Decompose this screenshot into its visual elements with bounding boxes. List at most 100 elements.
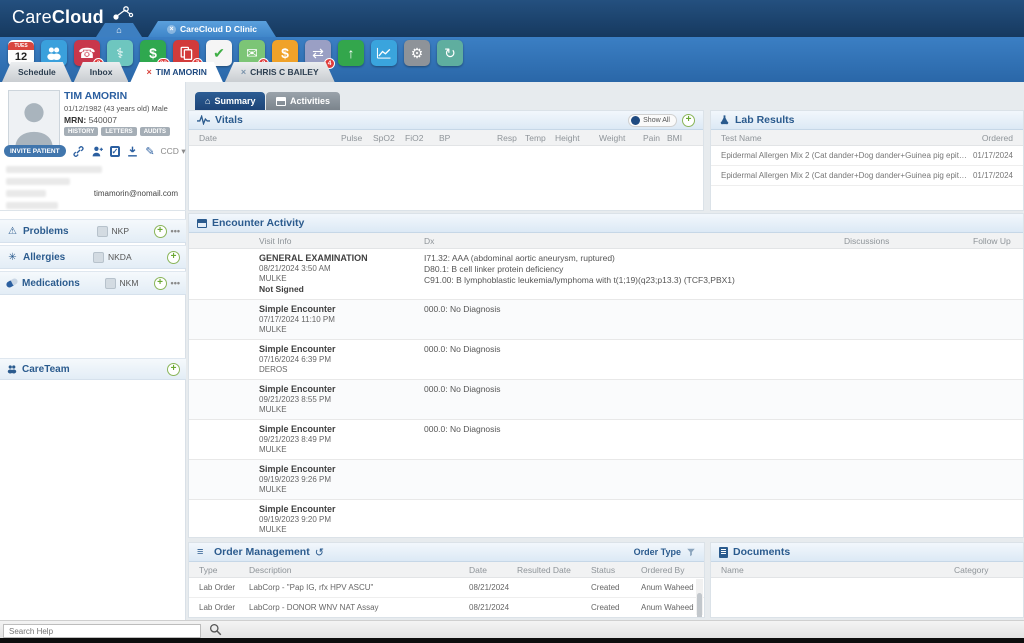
download-icon[interactable] [126, 145, 139, 158]
edit-pencil-icon[interactable]: ✎ [145, 145, 154, 158]
vitals-pulse-icon [197, 115, 210, 125]
patient-sidebar: TIM AMORIN 01/12/1982 (43 years old) Mal… [0, 82, 186, 620]
encounter-header: Encounter Activity [189, 214, 1023, 233]
refer-patient-icon[interactable] [91, 145, 104, 158]
encounter-row[interactable]: Simple Encounter 09/21/2023 8:49 PM MULK… [189, 420, 1023, 460]
tab-schedule-label: Schedule [18, 67, 56, 77]
reports-chart-icon[interactable] [371, 40, 397, 66]
tab-patient-chris-bailey[interactable]: × CHRIS C BAILEY [225, 62, 335, 82]
letters-badge[interactable]: LETTERS [101, 127, 136, 136]
medications-more-icon[interactable]: ••• [171, 278, 180, 288]
encounter-provider: MULKE [259, 485, 424, 495]
redacted-field [6, 190, 46, 197]
mrn-value: 540007 [89, 115, 117, 125]
search-help-input[interactable] [3, 624, 201, 638]
sidebar-item-careteam[interactable]: CareTeam + [0, 358, 186, 380]
tab-activities[interactable]: Activities [266, 92, 340, 110]
settings-gear-icon[interactable]: ⚙ [404, 40, 430, 66]
document-icon [719, 547, 728, 558]
tab-summary[interactable]: ⌂ Summary [195, 92, 265, 110]
order-date: 08/21/2024 [469, 603, 517, 612]
calendar-icon [197, 219, 207, 228]
encounter-datetime: 09/19/2023 9:26 PM [259, 475, 424, 485]
show-all-toggle[interactable]: Show All [628, 114, 677, 127]
patient-actions: INVITE PATIENT ✓ ✎ CCD ▾ ⋮ [4, 142, 184, 160]
encounter-dx: C91.00: B lymphoblastic leukemia/lymphom… [424, 275, 1013, 286]
encounter-row[interactable]: Simple Encounter 09/19/2023 9:26 PM MULK… [189, 460, 1023, 500]
order-row[interactable]: Lab Order LabCorp - DONOR WNV NAT Assay … [189, 598, 704, 618]
tab-clinic[interactable]: × CareCloud D Clinic [148, 21, 276, 37]
invite-patient-button[interactable]: INVITE PATIENT [4, 145, 66, 157]
system-sync-icon[interactable]: ↻ [437, 40, 463, 66]
sidebar-item-problems[interactable]: ⚠ Problems NKP + ••• [0, 219, 186, 243]
add-allergy-button[interactable]: + [167, 251, 180, 264]
tab-patient2-label: CHRIS C BAILEY [250, 67, 318, 77]
ccd-dropdown[interactable]: CCD ▾ [161, 146, 186, 157]
order-date: 08/21/2024 [469, 583, 517, 592]
footer-bar [0, 620, 1024, 643]
encounter-row[interactable]: GENERAL EXAMINATION 08/21/2024 3:50 AM M… [189, 249, 1023, 300]
encounter-dx: 000.0: No Diagnosis [424, 424, 1013, 435]
home-icon: ⌂ [205, 96, 210, 106]
audits-badge[interactable]: AUDITS [140, 127, 170, 136]
lab-result-row[interactable]: Epidermal Allergen Mix 2 (Cat dander+Dog… [711, 166, 1023, 186]
col-temp: Temp [525, 133, 555, 143]
add-problem-button[interactable]: + [154, 225, 167, 238]
search-button[interactable] [207, 623, 223, 639]
col-date: Date [469, 565, 517, 575]
filter-funnel-icon[interactable] [686, 547, 696, 558]
sidebar-item-allergies[interactable]: ✳ Allergies NKDA + [0, 245, 186, 269]
encounter-datetime: 09/21/2023 8:49 PM [259, 435, 424, 445]
tab-schedule[interactable]: Schedule [2, 62, 72, 82]
growth-icon[interactable]: ↑ [338, 40, 364, 66]
encounter-visit-title: Simple Encounter [259, 304, 424, 315]
order-management-header: ≡ Order Management ↺ Order Type [189, 543, 704, 562]
tab-patient1-label: TIM AMORIN [156, 67, 207, 77]
order-type-filter[interactable]: Order Type [634, 547, 681, 557]
encounter-dx: I71.32: AAA (abdominal aortic aneurysm, … [424, 253, 1013, 264]
encounter-row[interactable]: Simple Encounter 07/17/2024 11:10 PM MUL… [189, 300, 1023, 340]
tab-summary-label: Summary [214, 96, 255, 106]
tab-inbox[interactable]: Inbox [74, 62, 129, 82]
encounter-datetime: 08/21/2024 3:50 AM [259, 264, 424, 274]
scrollbar-thumb[interactable] [697, 593, 702, 618]
order-type: Lab Order [199, 583, 249, 592]
encounter-datetime: 09/19/2023 9:20 PM [259, 515, 424, 525]
redacted-field [6, 202, 58, 209]
list-icon: ≡ [197, 547, 209, 558]
problems-label: Problems [23, 226, 69, 237]
order-row[interactable]: Lab Order LabCorp - "Pap IG, rfx HPV ASC… [189, 578, 704, 598]
sidebar-item-medications[interactable]: Medications NKM + ••• [0, 271, 186, 295]
col-resp: Resp [497, 133, 525, 143]
col-status: Status [591, 565, 641, 575]
tab-patient-tim-amorin[interactable]: × TIM AMORIN [130, 62, 222, 82]
encounter-activity-panel: Encounter Activity Visit Info Dx Discuss… [188, 213, 1024, 538]
encounter-row[interactable]: Simple Encounter 07/16/2024 6:39 PM DERO… [189, 340, 1023, 380]
lab-result-row[interactable]: Epidermal Allergen Mix 2 (Cat dander+Dog… [711, 146, 1023, 166]
medications-checkbox[interactable] [105, 278, 116, 289]
problems-more-icon[interactable]: ••• [171, 226, 180, 236]
refresh-icon[interactable]: ↺ [315, 546, 324, 559]
encounter-dx: 000.0: No Diagnosis [424, 344, 1013, 355]
col-bmi: BMI [667, 133, 693, 143]
add-careteam-button[interactable]: + [167, 363, 180, 376]
link-icon[interactable] [72, 145, 85, 158]
tab-close-icon[interactable]: × [241, 67, 246, 77]
add-vitals-button[interactable]: + [682, 114, 695, 127]
encounter-row[interactable]: Simple Encounter 09/19/2023 9:20 PM MULK… [189, 500, 1023, 538]
allergies-checkbox[interactable] [93, 252, 104, 263]
tab-close-icon[interactable]: × [146, 67, 151, 77]
order-status: Created [591, 603, 641, 612]
tasks-checkbox-icon[interactable]: ✓ [110, 146, 121, 157]
orders-scrollbar[interactable] [696, 579, 703, 615]
col-category: Category [954, 565, 1013, 575]
add-medication-button[interactable]: + [154, 277, 167, 290]
clinic-tab-close-icon[interactable]: × [167, 25, 176, 34]
problems-checkbox[interactable] [97, 226, 108, 237]
col-bp: BP [439, 133, 485, 143]
history-badge[interactable]: HISTORY [64, 127, 98, 136]
encounter-provider: MULKE [259, 525, 424, 535]
allergies-label: Allergies [23, 252, 65, 263]
encounter-row[interactable]: Simple Encounter 09/21/2023 8:55 PM MULK… [189, 380, 1023, 420]
encounter-dx: D80.1: B cell linker protein deficiency [424, 264, 1013, 275]
